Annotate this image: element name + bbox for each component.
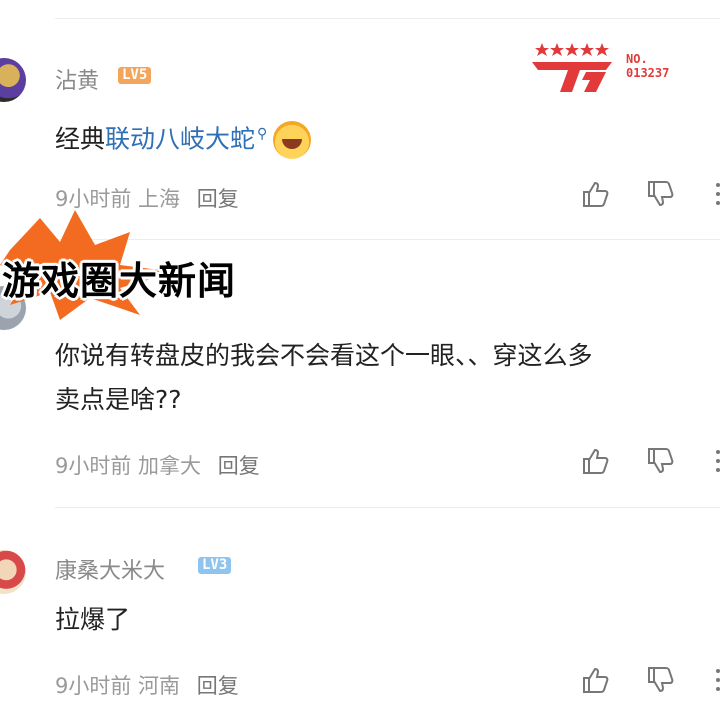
level-badge: LV3 <box>198 557 232 574</box>
avatar[interactable] <box>0 550 26 594</box>
dislike-icon[interactable] <box>646 179 676 209</box>
comment-text: 经典 <box>55 124 106 154</box>
avatar[interactable] <box>0 58 26 102</box>
divider <box>55 507 720 508</box>
more-icon[interactable] <box>712 179 720 209</box>
overlay-title: 游戏圈大新闻 <box>2 259 237 303</box>
team-logo-icon <box>532 43 612 92</box>
more-icon[interactable] <box>712 665 720 695</box>
reply-button[interactable]: 回复 <box>218 454 260 478</box>
timestamp-location: 9小时前 上海 <box>55 187 181 211</box>
comment-meta: 9小时前 上海 回复 <box>55 183 239 213</box>
logo-no-value: 013237 <box>626 66 670 80</box>
comment-text-line: 卖点是啥?? <box>55 385 182 414</box>
reply-button[interactable]: 回复 <box>197 674 239 698</box>
comment-meta: 9小时前 河南 回复 <box>55 670 239 700</box>
more-icon[interactable] <box>712 446 720 476</box>
username[interactable]: 康桑大米大 <box>55 553 165 585</box>
logo-number: NO. 013237 <box>626 52 669 80</box>
comment-content: 经典联动八岐大蛇 ⚲ <box>55 112 312 161</box>
username[interactable]: 沾黄 <box>55 63 99 95</box>
divider <box>55 18 720 19</box>
comment-content: 拉爆了 <box>55 598 130 642</box>
timestamp-location: 9小时前 河南 <box>55 674 181 698</box>
comment-text: 拉爆了 <box>55 605 131 634</box>
topic-link[interactable]: 联动八岐大蛇 <box>105 124 255 153</box>
like-icon[interactable] <box>581 665 611 695</box>
timestamp-location: 9小时前 加拿大 <box>55 454 202 478</box>
comment-text-line: 你说有转盘皮的我会不会看这个一眼、、穿这么多 <box>55 341 593 370</box>
comment-content: 你说有转盘皮的我会不会看这个一眼、、穿这么多 卖点是啥?? <box>55 334 593 422</box>
laughing-emoji-icon <box>273 121 312 160</box>
logo-no-label: NO. <box>626 52 648 66</box>
reply-button[interactable]: 回复 <box>197 187 239 211</box>
dislike-icon[interactable] <box>646 665 676 695</box>
search-icon[interactable]: ⚲ <box>257 126 267 142</box>
comment-meta: 9小时前 加拿大 回复 <box>55 450 260 480</box>
like-icon[interactable] <box>581 179 611 209</box>
like-icon[interactable] <box>581 446 611 476</box>
level-badge: LV5 <box>118 67 152 84</box>
dislike-icon[interactable] <box>646 446 676 476</box>
